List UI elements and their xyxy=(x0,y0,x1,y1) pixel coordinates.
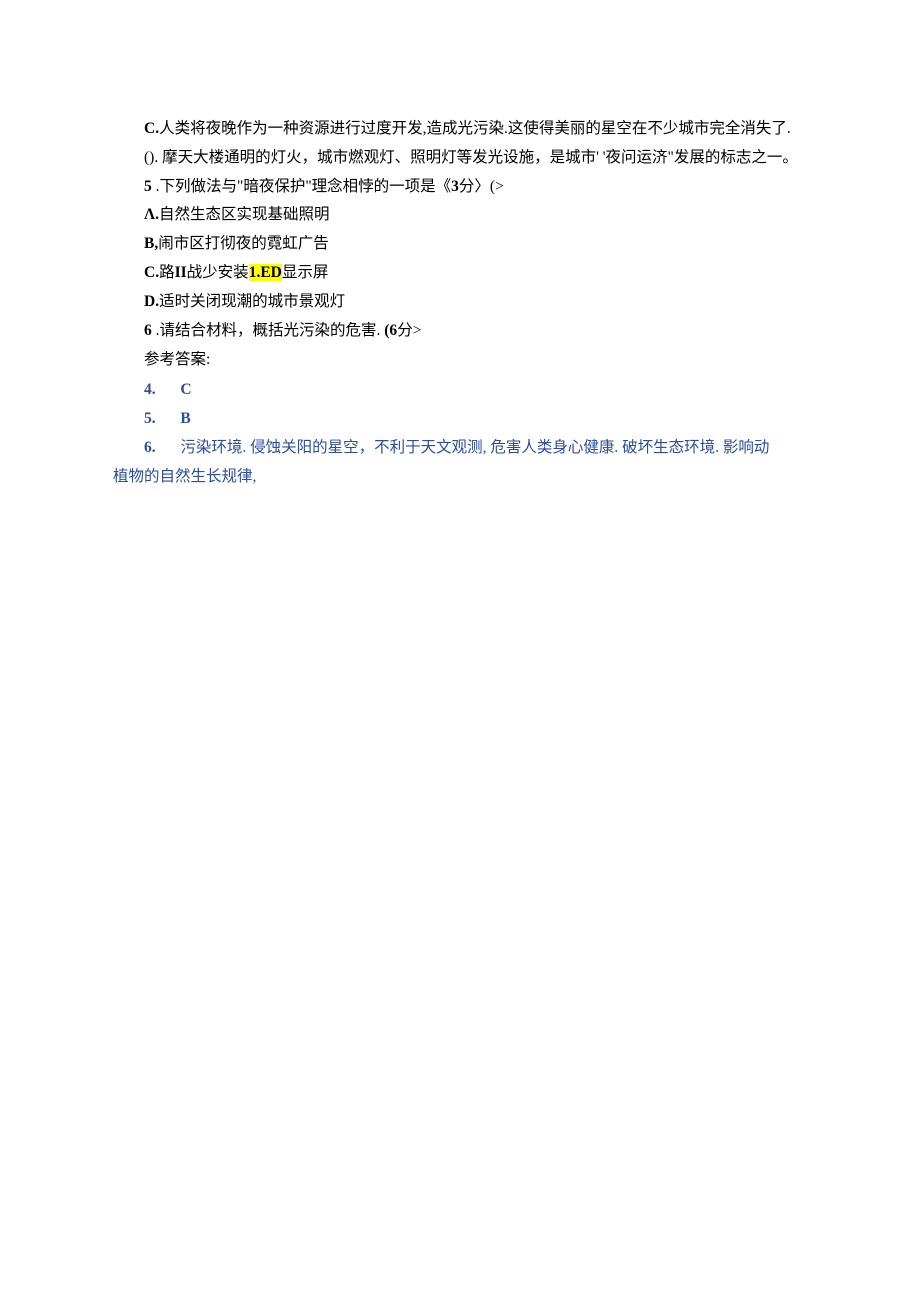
page-container: C.人类将夜晚作为一种资源进行过度开发,造成光污染.这使得美丽的星空在不少城市完… xyxy=(0,0,920,1301)
answer-4: 4. C xyxy=(113,376,807,405)
q5-b-label: B, xyxy=(144,235,158,252)
answer-5: 5. B xyxy=(113,405,807,434)
q5-mark-bold: 3 xyxy=(451,178,459,195)
q6-number: 6 xyxy=(144,322,152,339)
answer-4-val: C xyxy=(180,381,191,398)
question-5: 5 .下列做法与"暗夜保护"理念相悖的一项是《3分〉(> xyxy=(113,173,807,202)
q5-option-a: Λ.自然生态区实现基础照明 xyxy=(113,201,807,230)
paragraph-option-d: (). 摩天大楼通明的灯火，城市燃观灯、照明灯等发光设施，是城市' '夜问运济"… xyxy=(113,144,807,173)
paragraph-option-c: C.人类将夜晚作为一种资源进行过度开发,造成光污染.这使得美丽的星空在不少城市完… xyxy=(113,115,807,144)
answers-block: 4. C 5. B 6. 污染环境. 侵蚀关阳的星空，不利于天文观测, 危害人类身心健… xyxy=(113,376,807,462)
answer-6-line2: 植物的自然生长规律, xyxy=(113,463,807,492)
q5-mark-tail: 分〉(> xyxy=(459,178,504,195)
option-c-text: 人类将夜晚作为一种资源进行过度开发,造成光污染.这使得美丽的星空在不少城市完全消… xyxy=(159,120,791,137)
q5-a-label: Λ. xyxy=(144,206,159,223)
q6-mark-tail: 分> xyxy=(397,322,421,339)
q5-c-highlight: 1.ED xyxy=(249,264,282,281)
answer-6-text-a: 污染环境. 侵蚀关阳的星空，不利于天文观测, 危害人类身心健康. 破坏生态环境.… xyxy=(180,439,769,456)
answer-6-line1: 6. 污染环境. 侵蚀关阳的星空，不利于天文观测, 危害人类身心健康. 破坏生态环… xyxy=(113,434,807,463)
answer-5-val: B xyxy=(180,410,190,427)
answer-label: 参考答案: xyxy=(113,346,807,375)
q5-number: 5 xyxy=(144,178,152,195)
q5-b-text: 闹市区打彻夜的霓虹广告 xyxy=(158,235,329,252)
q5-c-label1: C. xyxy=(144,264,159,281)
q5-d-text: 适时关闭现潮的城市景观灯 xyxy=(159,293,345,310)
q5-option-b: B,闹市区打彻夜的霓虹广告 xyxy=(113,230,807,259)
q6-mark-bold: (6 xyxy=(384,322,397,339)
question-6: 6 .请结合材料，概括光污染的危害. (6分> xyxy=(113,317,807,346)
q5-c-label2: II xyxy=(175,264,187,281)
answer-5-num: 5. xyxy=(144,410,156,427)
q5-d-label: D. xyxy=(144,293,159,310)
q5-option-c: C.路II战少安装1.ED显示屏 xyxy=(113,259,807,288)
answer-4-num: 4. xyxy=(144,381,156,398)
q6-text: .请结合材料，概括光污染的危害. xyxy=(152,322,385,339)
option-c-label: C. xyxy=(144,120,159,137)
q5-text: .下列做法与"暗夜保护"理念相悖的一项是《 xyxy=(152,178,451,195)
q5-option-d: D.适时关闭现潮的城市景观灯 xyxy=(113,288,807,317)
q5-a-text: 自然生态区实现基础照明 xyxy=(159,206,330,223)
q5-c-text1: 路 xyxy=(159,264,175,281)
q5-c-text3: 显示屏 xyxy=(282,264,329,281)
answer-6-num: 6. xyxy=(144,439,156,456)
q5-c-text2: 战少安装 xyxy=(187,264,249,281)
